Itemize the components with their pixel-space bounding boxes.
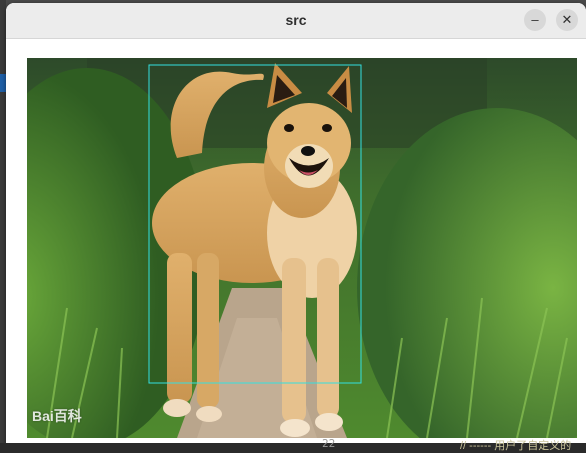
close-button[interactable]: ✕ <box>556 9 578 31</box>
minimize-icon: – <box>531 12 539 27</box>
background-editor-strip: 22 // ------ 用户了自定义的 <box>0 437 586 452</box>
window-titlebar[interactable]: src – ✕ <box>6 3 586 39</box>
dog-photo <box>27 58 577 438</box>
window-title: src <box>285 12 307 28</box>
image-canvas: Bai百科 <box>27 58 577 438</box>
image-window: src – ✕ Bai百科 <box>6 3 586 443</box>
close-icon: ✕ <box>561 12 573 27</box>
minimize-button[interactable]: – <box>524 9 546 31</box>
baidu-watermark: Bai百科 <box>32 408 82 424</box>
background-code-text: // ------ 用户了自定义的 <box>460 440 572 452</box>
background-line-number: 22 <box>322 437 336 450</box>
